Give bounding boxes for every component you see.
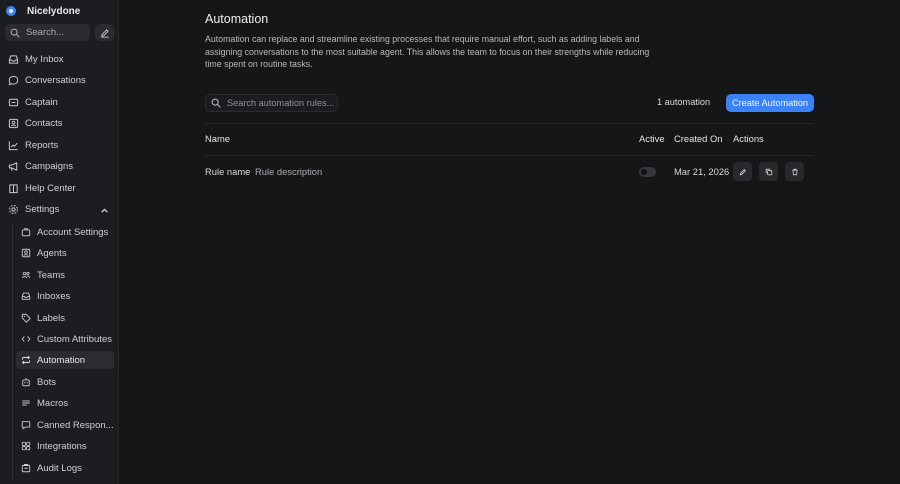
macro-icon [21, 398, 31, 408]
sidebar-item-teams[interactable]: Teams [16, 266, 114, 284]
briefcase-icon [21, 227, 31, 237]
column-header-actions: Actions [733, 133, 764, 144]
clone-rule-button[interactable] [759, 162, 778, 181]
gear-icon [8, 204, 19, 215]
automation-count: 1 automation [657, 97, 711, 107]
book-icon [8, 183, 19, 194]
sidebar-item-label: Inboxes [37, 290, 71, 302]
chart-line-icon [8, 140, 19, 151]
captain-icon [8, 97, 19, 108]
sidebar-item-label: Bots [37, 376, 57, 388]
rule-active-toggle[interactable] [639, 167, 656, 177]
inbox-tray-icon [21, 291, 31, 301]
sidebar-item-labels[interactable]: Labels [16, 309, 114, 327]
sidebar-item-integrations[interactable]: Integrations [16, 437, 114, 455]
sidebar-item-label: Campaigns [25, 161, 74, 172]
sidebar-item-label: Captain [25, 97, 58, 108]
delete-rule-button[interactable] [785, 162, 804, 181]
megaphone-icon [8, 161, 19, 172]
sidebar-item-label: Canned Respon... [37, 419, 114, 431]
sidebar-search[interactable]: Search... [5, 24, 90, 41]
sidebar-item-conversations[interactable]: Conversations [4, 72, 114, 89]
sidebar-item-label: Macros [37, 397, 69, 409]
page-title: Automation [205, 12, 269, 26]
automation-search-placeholder: Search automation rules... [227, 98, 335, 108]
sidebar-item-label: Reports [25, 140, 59, 151]
sidebar-item-inboxes[interactable]: Inboxes [16, 287, 114, 305]
sidebar-item-label: Agents [37, 247, 67, 259]
automation-search-input[interactable]: Search automation rules... [205, 94, 338, 112]
table-header-divider [205, 155, 814, 156]
sidebar-item-label: Audit Logs [37, 462, 82, 474]
chat-bubble-icon [8, 75, 19, 86]
page-description: Automation can replace and streamline ex… [205, 34, 650, 69]
audit-icon [21, 463, 31, 473]
rule-created-on: Mar 21, 2026 [674, 166, 730, 177]
column-header-name: Name [205, 133, 231, 144]
search-icon [211, 98, 221, 108]
sidebar-item-reports[interactable]: Reports [4, 137, 114, 154]
sidebar-item-label: Help Center [25, 183, 76, 194]
tag-icon [21, 313, 31, 323]
integrations-icon [21, 441, 31, 451]
automation-icon [21, 355, 31, 365]
sidebar-item-automation[interactable]: Automation [16, 351, 114, 369]
edit-rule-button[interactable] [733, 162, 752, 181]
sidebar-item-agents[interactable]: Agents [16, 244, 114, 262]
search-icon [10, 28, 20, 38]
chevron-up-icon[interactable] [99, 205, 110, 216]
sidebar-item-label: Account Settings [37, 226, 109, 238]
rule-description: Rule description [255, 166, 323, 177]
sidebar-search-placeholder: Search... [26, 27, 65, 38]
sidebar-item-custom-attributes[interactable]: Custom Attributes [16, 330, 114, 348]
sidebar-item-my-inbox[interactable]: My Inbox [4, 51, 114, 68]
pencil-icon [739, 168, 746, 175]
column-header-active: Active [639, 133, 665, 144]
sidebar-item-contacts[interactable]: Contacts [4, 115, 114, 132]
agent-icon [21, 248, 31, 258]
sidebar-item-label: Custom Attributes [37, 333, 112, 345]
table-top-divider [205, 123, 814, 124]
sidebar-item-macros[interactable]: Macros [16, 394, 114, 412]
sidebar-item-label: Labels [37, 312, 65, 324]
sidebar: Nicelydone Search... My Inbox Conversati… [0, 0, 119, 484]
sidebar-item-campaigns[interactable]: Campaigns [4, 158, 114, 175]
sidebar-item-label: Automation [37, 354, 86, 366]
sidebar-item-canned-responses[interactable]: Canned Respon... [16, 416, 114, 434]
brand-name: Nicelydone [27, 5, 81, 17]
sidebar-item-bots[interactable]: Bots [16, 373, 114, 391]
sidebar-item-captain[interactable]: Captain [4, 94, 114, 111]
bot-icon [21, 377, 31, 387]
column-header-created-on: Created On [674, 133, 723, 144]
copy-icon [765, 168, 772, 175]
trash-icon [791, 168, 798, 175]
sidebar-item-label: Teams [37, 269, 65, 281]
sidebar-item-label: My Inbox [25, 54, 64, 65]
sidebar-item-settings[interactable]: Settings [4, 201, 114, 218]
rule-name: Rule name [205, 166, 251, 177]
inbox-icon [8, 54, 19, 65]
team-icon [21, 270, 31, 280]
canned-response-icon [21, 420, 31, 430]
sidebar-item-label: Conversations [25, 75, 86, 86]
compose-button[interactable] [95, 24, 114, 41]
brand-logo-icon [6, 6, 16, 16]
sidebar-item-label: Settings [25, 204, 60, 215]
code-icon [21, 334, 31, 344]
pencil-icon [100, 28, 109, 38]
sidebar-item-label: Contacts [25, 118, 63, 129]
sidebar-item-audit-logs[interactable]: Audit Logs [16, 459, 114, 477]
contact-card-icon [8, 118, 19, 129]
sidebar-item-account-settings[interactable]: Account Settings [16, 223, 114, 241]
sidebar-item-label: Integrations [37, 440, 87, 452]
brand[interactable]: Nicelydone [6, 4, 80, 18]
settings-tree-line [12, 224, 13, 480]
sidebar-item-help-center[interactable]: Help Center [4, 180, 114, 197]
create-automation-button[interactable]: Create Automation [726, 94, 814, 112]
